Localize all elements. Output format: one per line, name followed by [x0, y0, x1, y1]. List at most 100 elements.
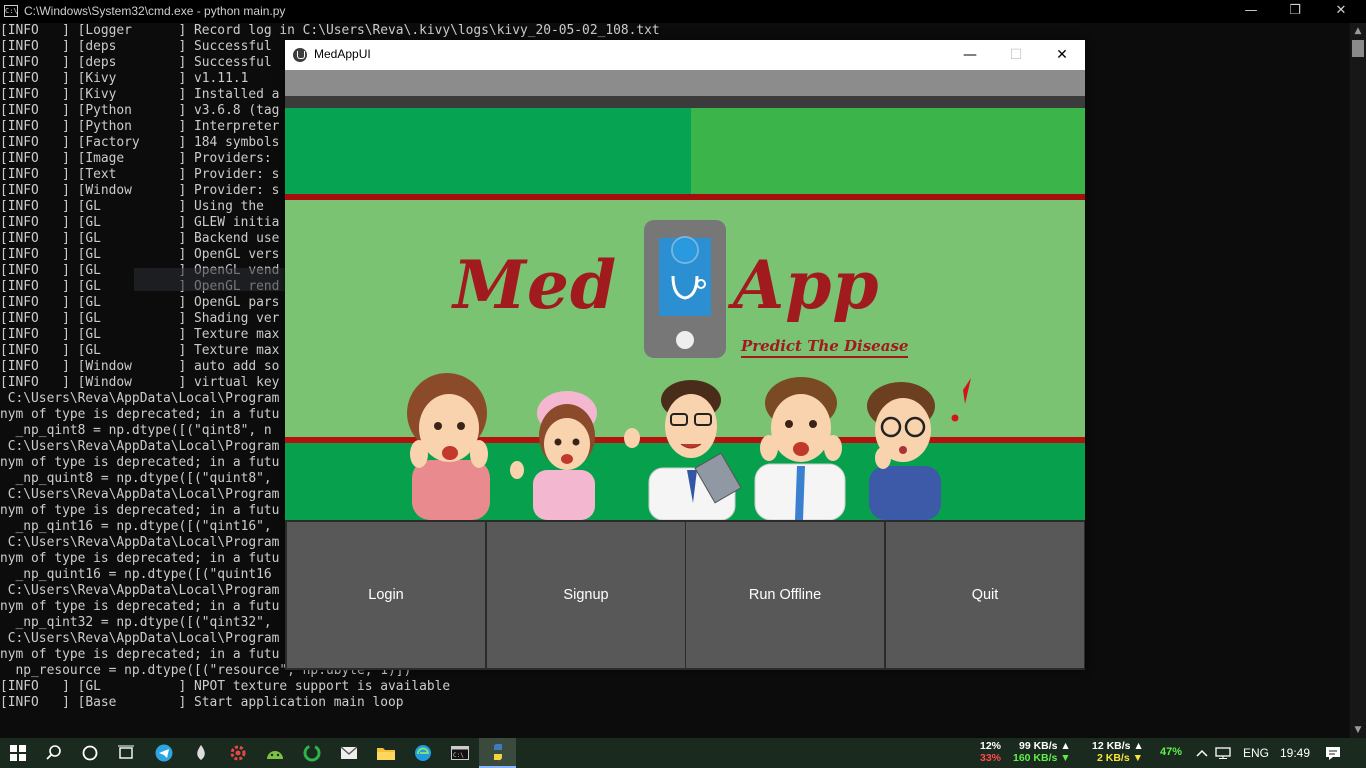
task-view-icon — [118, 745, 134, 759]
logo-text-med: Med — [453, 246, 618, 324]
faded-overlay — [134, 268, 306, 291]
refresh-app-button[interactable] — [294, 738, 330, 768]
medapp-window-title: MedAppUI — [314, 47, 371, 61]
svg-text:C:\: C:\ — [453, 752, 464, 759]
exclamation-icon — [951, 378, 971, 422]
search-icon — [46, 745, 61, 760]
cmd-window-title: C:\Windows\System32\cmd.exe - python mai… — [24, 4, 286, 18]
console-line: [INFO ] [deps ] Successful — [0, 39, 272, 54]
action-buttons: Login Signup Run Offline Quit — [285, 520, 1085, 670]
medapp-titlebar: MedAppUI — ☐ ✕ — [285, 40, 1085, 70]
console-line: [INFO ] [GL ] Using the — [0, 199, 264, 214]
console-line: [INFO ] [GL ] NPOT texture support is av… — [0, 679, 451, 694]
cmd-icon: C:\ — [4, 5, 18, 17]
tray-net2-download: 2 KB/s ▼ — [1097, 752, 1143, 764]
login-button[interactable]: Login — [287, 522, 485, 668]
console-line: nym of type is deprecated; in a futu — [0, 503, 280, 518]
character-boy-thinking — [867, 382, 941, 520]
windows-icon — [10, 745, 26, 761]
task-view-button[interactable] — [108, 738, 144, 768]
droplet-icon — [197, 745, 205, 760]
kivy-app-icon — [293, 48, 307, 62]
start-button[interactable] — [0, 738, 36, 768]
mail-button[interactable] — [331, 738, 367, 768]
console-line: nym of type is deprecated; in a futu — [0, 647, 280, 662]
console-line: [INFO ] [GL ] Texture max — [0, 327, 280, 342]
tray-cpu-usage-2: 33% — [980, 752, 1002, 764]
console-line: [INFO ] [GL ] OpenGL pars — [0, 295, 280, 310]
tray-net2-upload: 12 KB/s ▲ — [1092, 740, 1144, 752]
cmd-close-button[interactable]: ✕ — [1318, 0, 1364, 23]
scroll-down-arrow-icon[interactable]: ▼ — [1350, 722, 1366, 738]
envelope-icon — [340, 746, 358, 759]
droplet-app-button[interactable] — [183, 738, 219, 768]
cmd-scrollbar[interactable]: ▲ ▼ — [1350, 23, 1366, 738]
console-line: [INFO ] [GL ] GLEW initia — [0, 215, 280, 230]
telegram-icon — [155, 744, 173, 762]
python-app-taskbar-button[interactable] — [479, 738, 516, 768]
taskbar: C:\ 12% 33% 99 KB/s ▲ 160 KB/s ▼ 12 KB/s… — [0, 738, 1366, 768]
console-line: [INFO ] [GL ] Texture max — [0, 343, 280, 358]
notification-icon — [1326, 747, 1340, 760]
cmd-taskbar-button[interactable]: C:\ — [442, 738, 478, 768]
action-center-button[interactable] — [1318, 738, 1348, 768]
search-button[interactable] — [36, 738, 72, 768]
run-offline-button[interactable]: Run Offline — [686, 522, 884, 668]
console-line: [INFO ] [Window ] virtual key — [0, 375, 280, 390]
console-line: [INFO ] [GL ] OpenGL vers — [0, 247, 280, 262]
terminal-icon: C:\ — [451, 746, 469, 760]
console-line: nym of type is deprecated; in a futu — [0, 407, 280, 422]
console-line: _np_quint8 = np.dtype([("quint8", — [0, 471, 272, 486]
android-icon — [267, 751, 283, 759]
character-girl — [407, 373, 490, 520]
console-line: nym of type is deprecated; in a futu — [0, 455, 280, 470]
scroll-up-arrow-icon[interactable]: ▲ — [1350, 23, 1366, 39]
phone-doctor-icon — [644, 220, 726, 358]
tray-net-upload: 99 KB/s ▲ — [1019, 740, 1071, 752]
console-line: [INFO ] [Python ] Interpreter — [0, 119, 280, 134]
android-app-button[interactable] — [257, 738, 293, 768]
console-line: [INFO ] [Python ] v3.6.8 (tag — [0, 103, 280, 118]
console-line: [INFO ] [Text ] Provider: s — [0, 167, 280, 182]
scroll-thumb[interactable] — [1352, 40, 1364, 57]
medapp-banner: Med App Predict The Disease — [285, 108, 1085, 520]
cortana-circle-icon — [82, 745, 98, 761]
gear-icon — [230, 745, 246, 761]
character-doctor — [624, 380, 742, 520]
logo-tagline: Predict The Disease — [741, 337, 909, 358]
file-explorer-button[interactable] — [368, 738, 404, 768]
console-line: [INFO ] [GL ] Backend use — [0, 231, 280, 246]
quit-button[interactable]: Quit — [886, 522, 1084, 668]
medapp-close-button[interactable]: ✕ — [1039, 40, 1085, 70]
character-boy-excited — [754, 377, 846, 520]
console-line: _np_qint16 = np.dtype([("qint16", — [0, 519, 272, 534]
medapp-window: MedAppUI — ☐ ✕ Med App Predict The Disea… — [285, 40, 1085, 670]
edge-browser-button[interactable] — [405, 738, 441, 768]
console-line: _np_qint8 = np.dtype([("qint8", n — [0, 423, 272, 438]
console-line: _np_quint16 = np.dtype([("quint16 — [0, 567, 272, 582]
cmd-restore-button[interactable]: ❐ — [1272, 0, 1318, 23]
gear-app-button[interactable] — [220, 738, 256, 768]
console-line: [INFO ] [deps ] Successful — [0, 55, 272, 70]
signup-button[interactable]: Signup — [487, 522, 685, 668]
cmd-minimize-button[interactable]: — — [1228, 0, 1274, 23]
console-line: nym of type is deprecated; in a futu — [0, 599, 280, 614]
clock[interactable]: 19:49 — [1280, 746, 1310, 760]
tray-expand-button[interactable] — [1192, 738, 1212, 768]
console-line: [INFO ] [Kivy ] v1.11.1 — [0, 71, 249, 86]
character-nurse — [510, 391, 597, 520]
medapp-minimize-button[interactable]: — — [947, 40, 993, 70]
telegram-button[interactable] — [146, 738, 182, 768]
chevron-up-icon — [1196, 749, 1208, 757]
network-icon — [1215, 747, 1231, 759]
console-line: [INFO ] [Image ] Providers: — [0, 151, 272, 166]
console-line: [INFO ] [Base ] Start application main l… — [0, 695, 404, 710]
tray-network-button[interactable] — [1212, 738, 1234, 768]
cmd-titlebar: C:\ C:\Windows\System32\cmd.exe - python… — [0, 0, 1366, 23]
console-line: [INFO ] [Factory ] 184 symbols — [0, 135, 280, 150]
language-indicator[interactable]: ENG — [1243, 746, 1269, 760]
console-line: _np_qint32 = np.dtype([("qint32", — [0, 615, 272, 630]
circular-arrow-icon — [303, 744, 321, 762]
tray-net-download: 160 KB/s ▼ — [1013, 752, 1071, 764]
cortana-button[interactable] — [72, 738, 108, 768]
